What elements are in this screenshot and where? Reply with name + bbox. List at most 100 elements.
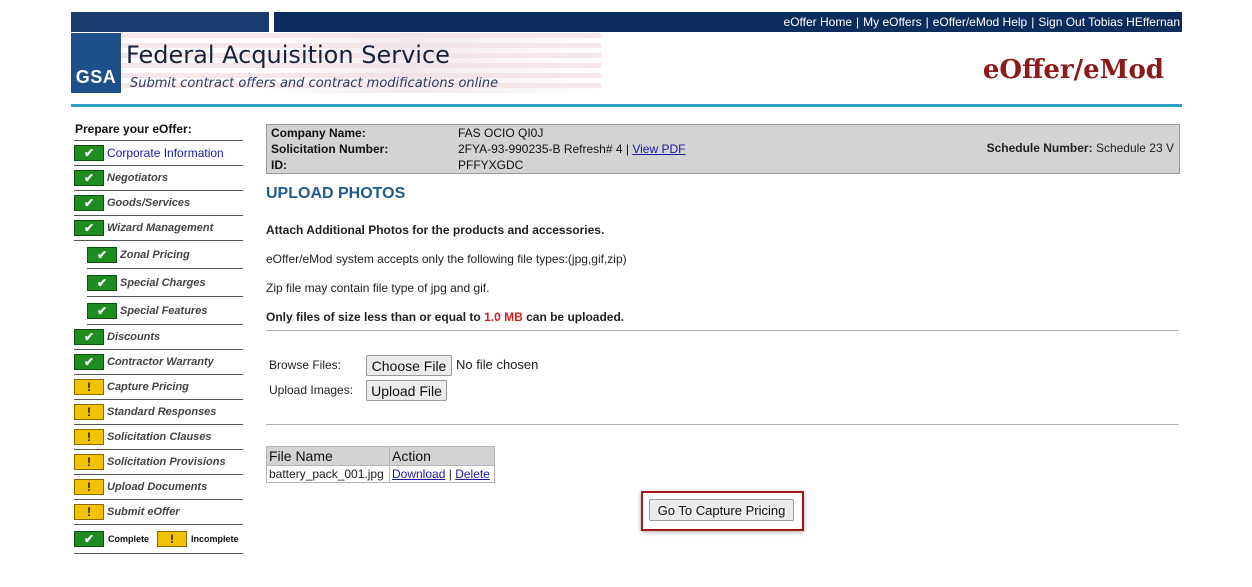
page-title: UPLOAD PHOTOS bbox=[266, 185, 406, 202]
legend-incomplete: Incomplete bbox=[191, 534, 239, 544]
action-cell: Download | Delete bbox=[389, 465, 495, 483]
nav-separator: | bbox=[856, 15, 860, 29]
check-icon: ✔ bbox=[74, 354, 104, 370]
nav-link-sign-out[interactable]: Sign Out Tobias HEffernan bbox=[1038, 15, 1182, 29]
top-nav-bar: eOffer Home | My eOffers | eOffer/eMod Help |… bbox=[71, 12, 1182, 32]
size-limit-pre: Only files of size less than or equal to bbox=[266, 310, 481, 324]
sidebar-heading: Prepare your eOffer: bbox=[74, 120, 243, 141]
schedule-value: Schedule 23 V bbox=[1095, 141, 1174, 155]
sidebar-item-label: Capture Pricing bbox=[107, 381, 189, 393]
file-name-cell: battery_pack_001.jpg bbox=[266, 465, 390, 483]
sidebar-item-solicitation-provisions[interactable]: ! Solicitation Provisions bbox=[74, 450, 243, 475]
sidebar-item-label: Contractor Warranty bbox=[107, 356, 214, 368]
download-link[interactable]: Download bbox=[392, 467, 445, 481]
size-limit-value: 1.0 MB bbox=[484, 310, 523, 324]
solicitation-number: 2FYA-93-990235-B Refresh# 4 | bbox=[458, 142, 629, 156]
site-subtitle: Submit contract offers and contract modi… bbox=[130, 76, 499, 91]
sidebar-item-submit-eoffer[interactable]: ! Submit eOffer bbox=[74, 500, 243, 525]
header-divider bbox=[71, 104, 1182, 107]
sidebar-item-label: Upload Documents bbox=[107, 481, 208, 493]
sidebar-item-goods-services[interactable]: ✔ Goods/Services bbox=[74, 191, 243, 216]
sidebar-item-upload-documents[interactable]: ! Upload Documents bbox=[74, 475, 243, 500]
warning-icon: ! bbox=[74, 429, 104, 445]
company-name-label: Company Name: bbox=[271, 126, 366, 140]
check-icon: ✔ bbox=[74, 531, 104, 547]
delete-link[interactable]: Delete bbox=[455, 467, 490, 481]
solicitation-value: 2FYA-93-990235-B Refresh# 4 | View PDF bbox=[458, 142, 685, 156]
uploaded-files-table: File Name Action battery_pack_001.jpg Do… bbox=[266, 446, 495, 483]
app-name: eOffer/eMod bbox=[982, 55, 1164, 85]
sidebar-item-discounts[interactable]: ✔ Discounts bbox=[74, 325, 243, 350]
check-icon: ✔ bbox=[74, 170, 104, 186]
browse-files-label: Browse Files: bbox=[269, 358, 342, 372]
id-label: ID: bbox=[271, 158, 287, 172]
nav-link-eoffer-home[interactable]: eOffer Home bbox=[784, 15, 852, 29]
sidebar-item-solicitation-clauses[interactable]: ! Solicitation Clauses bbox=[74, 425, 243, 450]
no-file-chosen-text: No file chosen bbox=[456, 357, 539, 372]
check-icon: ✔ bbox=[74, 145, 104, 161]
top-nav-links: eOffer Home | My eOffers | eOffer/eMod Help |… bbox=[274, 12, 1182, 32]
sidebar-item-label: Submit eOffer bbox=[107, 506, 180, 518]
size-limit-post: can be uploaded. bbox=[526, 310, 625, 324]
check-icon: ✔ bbox=[87, 302, 117, 319]
instruction-zip: Zip file may contain file type of jpg an… bbox=[266, 281, 490, 295]
sidebar-item-negotiators[interactable]: ✔ Negotiators bbox=[74, 166, 243, 191]
sidebar-item-corporate-information[interactable]: ✔ Corporate Information bbox=[74, 141, 243, 166]
offer-info-box: Company Name: FAS OCIO QI0J Solicitation… bbox=[266, 124, 1180, 174]
warning-icon: ! bbox=[74, 404, 104, 420]
solicitation-label: Solicitation Number: bbox=[271, 142, 389, 156]
sidebar-item-special-features[interactable]: ✔ Special Features bbox=[87, 297, 243, 325]
choose-file-button[interactable]: Choose File bbox=[366, 355, 452, 376]
sidebar-item-wizard-management[interactable]: ✔ Wizard Management bbox=[74, 216, 243, 241]
instruction-size-limit: Only files of size less than or equal to… bbox=[266, 310, 624, 324]
sidebar-item-label: Goods/Services bbox=[107, 197, 191, 209]
sidebar-item-label: Zonal Pricing bbox=[120, 248, 190, 261]
divider bbox=[266, 424, 1179, 425]
sidebar-item-label: Solicitation Provisions bbox=[107, 456, 226, 468]
sidebar-item-standard-responses[interactable]: ! Standard Responses bbox=[74, 400, 243, 425]
sidebar-item-label: Negotiators bbox=[107, 172, 169, 184]
sidebar-item-special-charges[interactable]: ✔ Special Charges bbox=[87, 269, 243, 297]
legend-complete: Complete bbox=[108, 534, 150, 544]
nav-separator: | bbox=[1031, 15, 1035, 29]
check-icon: ✔ bbox=[74, 220, 104, 236]
divider bbox=[266, 330, 1179, 331]
check-icon: ✔ bbox=[74, 195, 104, 211]
warning-icon: ! bbox=[157, 531, 188, 547]
column-header-action: Action bbox=[389, 446, 495, 466]
sidebar-item-label: Standard Responses bbox=[107, 406, 217, 418]
view-pdf-link[interactable]: View PDF bbox=[632, 142, 685, 156]
check-icon: ✔ bbox=[87, 274, 117, 291]
warning-icon: ! bbox=[74, 379, 104, 395]
sidebar-item-contractor-warranty[interactable]: ✔ Contractor Warranty bbox=[74, 350, 243, 375]
check-icon: ✔ bbox=[74, 329, 104, 345]
nav-link-help[interactable]: eOffer/eMod Help bbox=[933, 15, 1028, 29]
gsa-logo[interactable]: GSA bbox=[71, 33, 121, 93]
check-icon: ✔ bbox=[87, 246, 117, 263]
upload-images-label: Upload Images: bbox=[269, 383, 354, 397]
sidebar-item-label: Special Charges bbox=[120, 276, 206, 289]
top-nav-left-block bbox=[71, 12, 269, 32]
schedule-label: Schedule Number: bbox=[986, 141, 1093, 155]
sidebar: Prepare your eOffer: ✔ Corporate Informat… bbox=[74, 120, 243, 554]
sidebar-item-label: Special Features bbox=[120, 304, 208, 317]
sidebar-item-label[interactable]: Corporate Information bbox=[107, 146, 224, 160]
instruction-file-types: eOffer/eMod system accepts only the foll… bbox=[266, 252, 627, 266]
schedule-number: Schedule Number: Schedule 23 V bbox=[987, 141, 1174, 155]
nav-separator: | bbox=[925, 15, 929, 29]
instruction-attach: Attach Additional Photos for the product… bbox=[266, 223, 605, 237]
sidebar-item-capture-pricing[interactable]: ! Capture Pricing bbox=[74, 375, 243, 400]
upload-file-button[interactable]: Upload File bbox=[366, 380, 447, 401]
status-legend: ✔ Complete ! Incomplete bbox=[74, 525, 243, 554]
nav-link-my-eoffers[interactable]: My eOffers bbox=[863, 15, 921, 29]
sidebar-item-label: Discounts bbox=[107, 331, 161, 343]
sidebar-item-label: Wizard Management bbox=[107, 222, 214, 234]
id-value: PFFYXGDC bbox=[458, 158, 524, 172]
table-row: battery_pack_001.jpg Download | Delete bbox=[266, 465, 495, 483]
column-header-file-name: File Name bbox=[266, 446, 390, 466]
go-to-capture-pricing-button[interactable]: Go To Capture Pricing bbox=[649, 499, 794, 521]
sidebar-item-zonal-pricing[interactable]: ✔ Zonal Pricing bbox=[87, 241, 243, 269]
header-banner: GSA Federal Acquisition Service Submit c… bbox=[71, 33, 1182, 105]
warning-icon: ! bbox=[74, 479, 104, 495]
warning-icon: ! bbox=[74, 454, 104, 470]
